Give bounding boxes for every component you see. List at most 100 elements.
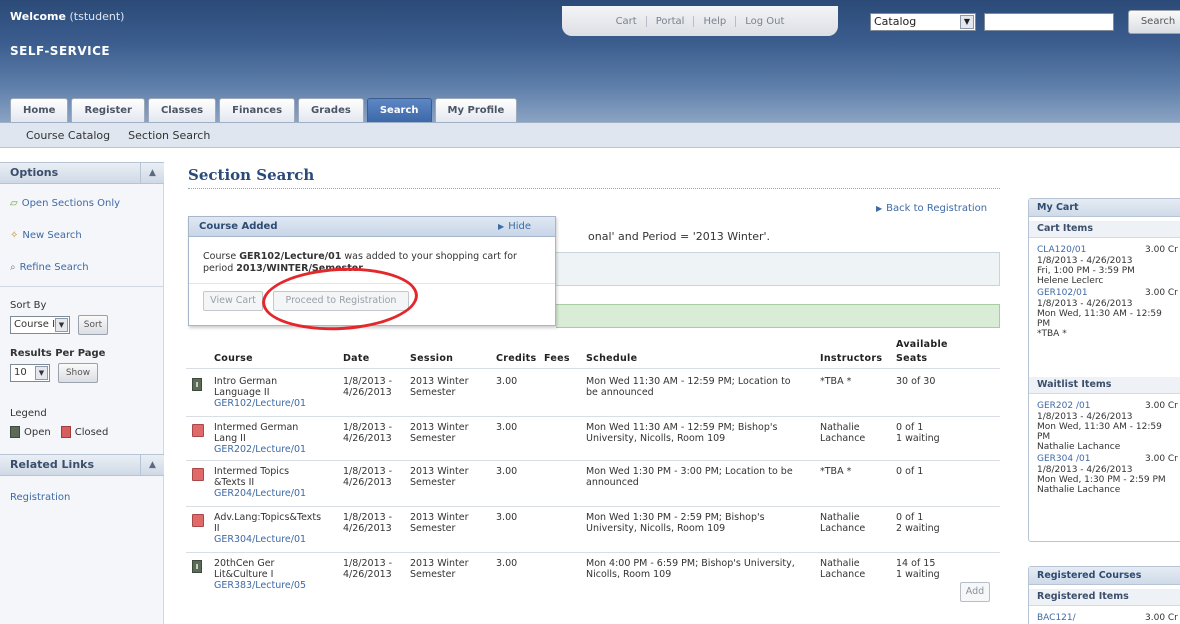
open-section-icon [192,560,202,573]
cart-item-credits: 3.00 Cr [1145,288,1178,298]
search-button[interactable]: Search [1128,10,1180,34]
cell-code[interactable]: GER383/Lecture/05 [214,580,306,591]
results-per-page-select[interactable]: 10 ▼ [10,364,50,382]
chevron-down-icon[interactable]: ▼ [960,15,974,29]
cell-session2: Semester [410,569,456,580]
cell-date1: 1/8/2013 - [343,558,393,569]
cell-session1: 2013 Winter [410,512,469,523]
cell-sched2: announced [586,477,639,488]
hide-link[interactable]: ▶ Hide [498,217,531,236]
cell-instr1: Nathalie [820,512,860,523]
collapse-icon[interactable]: ▲ [140,455,164,475]
search-criteria-text: onal' and Period = '2013 Winter'. [588,230,771,243]
cell-date1: 1/8/2013 - [343,512,393,523]
cell-seats2: 2 waiting [896,523,940,534]
sort-button[interactable]: Sort [78,315,108,335]
cell-code[interactable]: GER102/Lecture/01 [214,398,306,409]
col-course[interactable]: Course [214,353,253,364]
cell-instr1: Nathalie [820,422,860,433]
show-button[interactable]: Show [58,363,98,383]
my-cart-panel: My Cart Cart Items CLA120/01 3.00 Cr 1/8/2… [1028,198,1180,542]
help-link[interactable]: Help [694,15,737,27]
tab-search[interactable]: Search [366,98,432,122]
top-links: Cart Portal Help Log Out [562,6,838,36]
cell-session1: 2013 Winter [410,558,469,569]
registration-link[interactable]: Registration [10,492,70,503]
search-scope-select[interactable]: Catalog ▼ [870,13,976,31]
cart-item-code[interactable]: CLA120/01 [1037,245,1086,255]
cart-item-detail: Nathalie Lachance [1037,485,1121,495]
cart-item-detail: 1/8/2013 - 4/26/2013 [1037,256,1133,266]
main-tabs: Home Register Classes Finances Grades Se… [10,98,518,122]
back-to-registration-link[interactable]: ▶ Back to Registration [876,203,987,214]
registered-items-label: Registered Items [1029,589,1180,606]
add-button[interactable]: Add [960,582,990,602]
cell-sched1: Mon Wed 11:30 AM - 12:59 PM; Location to [586,376,791,387]
cell-sched1: Mon Wed 11:30 AM - 12:59 PM; Bishop's [586,422,778,433]
arrow-right-icon: ▶ [498,222,505,231]
app-header: Welcome (tstudent) SELF-SERVICE Cart Por… [0,0,1180,122]
cart-item-detail: Mon Wed, 11:30 AM - 12:59 [1037,422,1162,432]
col-fees[interactable]: Fees [544,353,570,364]
chevron-down-icon[interactable]: ▼ [55,318,68,332]
my-cart-title: My Cart [1029,199,1180,217]
cart-item-detail: PM [1037,432,1051,442]
col-credits[interactable]: Credits [496,353,536,364]
open-section-icon [192,378,202,391]
cell-code[interactable]: GER304/Lecture/01 [214,534,306,545]
sort-select[interactable]: Course ID ▼ [10,316,70,334]
cell-session1: 2013 Winter [410,376,469,387]
cart-item-detail: 1/8/2013 - 4/26/2013 [1037,299,1133,309]
cell-credits: 3.00 [496,512,518,523]
col-seats[interactable]: Seats [896,353,927,364]
cart-item-code[interactable]: GER202 /01 [1037,401,1090,411]
options-header[interactable]: Options ▲ [0,162,164,184]
tab-grades[interactable]: Grades [298,98,364,122]
col-date[interactable]: Date [343,353,369,364]
registered-item-code[interactable]: BAC121/ [1037,613,1076,623]
cell-sched1: Mon Wed 1:30 PM - 3:00 PM; Location to b… [586,466,793,477]
options-title: Options [10,166,59,179]
cart-item-code[interactable]: GER304 /01 [1037,454,1090,464]
collapse-icon[interactable]: ▲ [140,163,164,183]
tab-register[interactable]: Register [71,98,145,122]
logout-link[interactable]: Log Out [736,16,793,27]
cart-link[interactable]: Cart [607,15,647,27]
cell-credits: 3.00 [496,558,518,569]
refine-search-link[interactable]: ⌕ Refine Search [10,262,89,273]
tab-finances[interactable]: Finances [219,98,296,122]
cell-name1: 20thCen Ger [214,558,275,569]
tab-classes[interactable]: Classes [147,98,217,122]
tab-home[interactable]: Home [10,98,69,122]
cell-code[interactable]: GER202/Lecture/01 [214,444,306,455]
col-session[interactable]: Session [410,353,453,364]
search-input[interactable] [984,13,1114,31]
cart-item-detail: Fri, 1:00 PM - 3:59 PM [1037,266,1135,276]
related-links-title: Related Links [10,458,95,471]
closed-section-icon [192,424,204,437]
cart-item-credits: 3.00 Cr [1145,401,1178,411]
chevron-down-icon[interactable]: ▼ [35,366,48,380]
col-instructors[interactable]: Instructors [820,353,882,364]
left-sidebar: Options ▲ ▱ Open Sections Only ✧ New Searc… [0,162,164,624]
tab-my-profile[interactable]: My Profile [434,98,518,122]
cell-code[interactable]: GER204/Lecture/01 [214,488,306,499]
portal-link[interactable]: Portal [647,15,695,27]
col-available[interactable]: Available [896,339,948,350]
new-search-link[interactable]: ✧ New Search [10,230,82,241]
welcome-text: Welcome (tstudent) [10,10,125,23]
cart-item-detail: Helene Leclerc [1037,276,1104,286]
cart-item-code[interactable]: GER102/01 [1037,288,1088,298]
open-sections-only-link[interactable]: ▱ Open Sections Only [10,198,120,209]
info-bar [556,252,1000,286]
arrow-right-icon: ▶ [876,204,883,213]
subnav-course-catalog[interactable]: Course Catalog [26,129,110,142]
cell-seats1: 0 of 1 [896,422,924,433]
cart-item-detail: *TBA * [1037,329,1067,339]
related-links-header[interactable]: Related Links ▲ [0,454,164,476]
view-cart-button[interactable]: View Cart [203,291,263,311]
subnav-section-search[interactable]: Section Search [128,129,210,142]
cell-sched2: University, Nicolls, Room 109 [586,433,726,444]
cell-name2: &Texts II [214,477,255,488]
col-schedule[interactable]: Schedule [586,353,637,364]
